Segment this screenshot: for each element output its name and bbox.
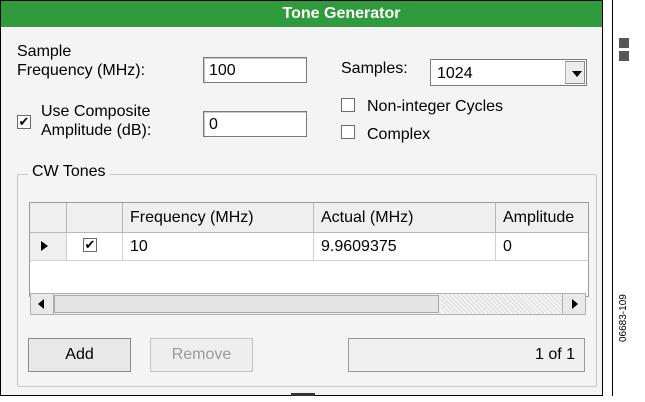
scrollbar-thumb[interactable] <box>54 295 439 313</box>
header-frequency[interactable]: Frequency (MHz) <box>123 203 314 232</box>
sample-frequency-input[interactable]: 100 <box>203 57 307 83</box>
header-actual[interactable]: Actual (MHz) <box>314 203 496 232</box>
scroll-left-icon[interactable] <box>31 294 54 314</box>
table-row[interactable]: 10 9.9609375 0 <box>30 233 588 261</box>
side-panel-edge <box>603 0 613 396</box>
composite-amplitude-label: Use Composite Amplitude (dB): <box>41 102 151 140</box>
row-amplitude[interactable]: 0 <box>496 233 588 260</box>
samples-select-value: 1024 <box>437 65 473 82</box>
samples-label: Samples: <box>341 60 408 77</box>
remove-button[interactable]: Remove <box>150 338 253 372</box>
sample-frequency-label-line1: Sample <box>17 43 72 60</box>
header-row-indicator <box>30 203 67 232</box>
composite-amplitude-input[interactable]: 0 <box>203 111 307 137</box>
row-enabled-checkbox[interactable] <box>83 238 97 252</box>
table-header: Frequency (MHz) Actual (MHz) Amplitude <box>30 203 588 233</box>
row-selected-arrow-icon <box>41 241 48 251</box>
non-integer-cycles-checkbox[interactable] <box>341 98 355 112</box>
pager-status: 1 of 1 <box>348 338 585 372</box>
row-indicator <box>30 233 67 260</box>
row-enabled-cell <box>67 233 123 260</box>
composite-amplitude-label-line2: Amplitude (dB): <box>41 122 152 139</box>
sample-frequency-label-line2: Frequency (MHz): <box>17 62 146 79</box>
horizontal-scrollbar[interactable] <box>30 293 586 315</box>
figure-id: 06683-109 <box>618 294 629 342</box>
marker-icon <box>619 38 629 48</box>
resize-grip-icon[interactable] <box>291 393 315 396</box>
side-panel-markers <box>619 38 629 64</box>
chevron-down-icon[interactable] <box>565 61 585 84</box>
marker-icon <box>619 51 629 61</box>
header-enabled <box>67 203 123 232</box>
samples-select[interactable]: 1024 <box>430 59 587 86</box>
non-integer-cycles-label: Non-integer Cycles <box>367 98 504 115</box>
cw-tones-table: Frequency (MHz) Actual (MHz) Amplitude 1… <box>29 202 589 297</box>
add-button[interactable]: Add <box>28 338 131 372</box>
header-amplitude[interactable]: Amplitude <box>496 203 588 232</box>
cw-tones-group-label: CW Tones <box>28 163 110 181</box>
complex-label: Complex <box>367 126 431 143</box>
row-actual[interactable]: 9.9609375 <box>314 233 496 260</box>
complex-checkbox[interactable] <box>341 125 355 139</box>
scroll-right-icon[interactable] <box>562 294 585 314</box>
composite-amplitude-label-line1: Use Composite <box>41 103 151 120</box>
scrollbar-track[interactable] <box>441 295 563 313</box>
sample-frequency-label: Sample Frequency (MHz): <box>17 42 145 80</box>
row-frequency[interactable]: 10 <box>123 233 314 260</box>
tone-generator-window: Tone Generator Sample Frequency (MHz): 1… <box>0 0 603 396</box>
use-composite-checkbox[interactable] <box>17 115 31 129</box>
window-title: Tone Generator <box>1 1 602 27</box>
